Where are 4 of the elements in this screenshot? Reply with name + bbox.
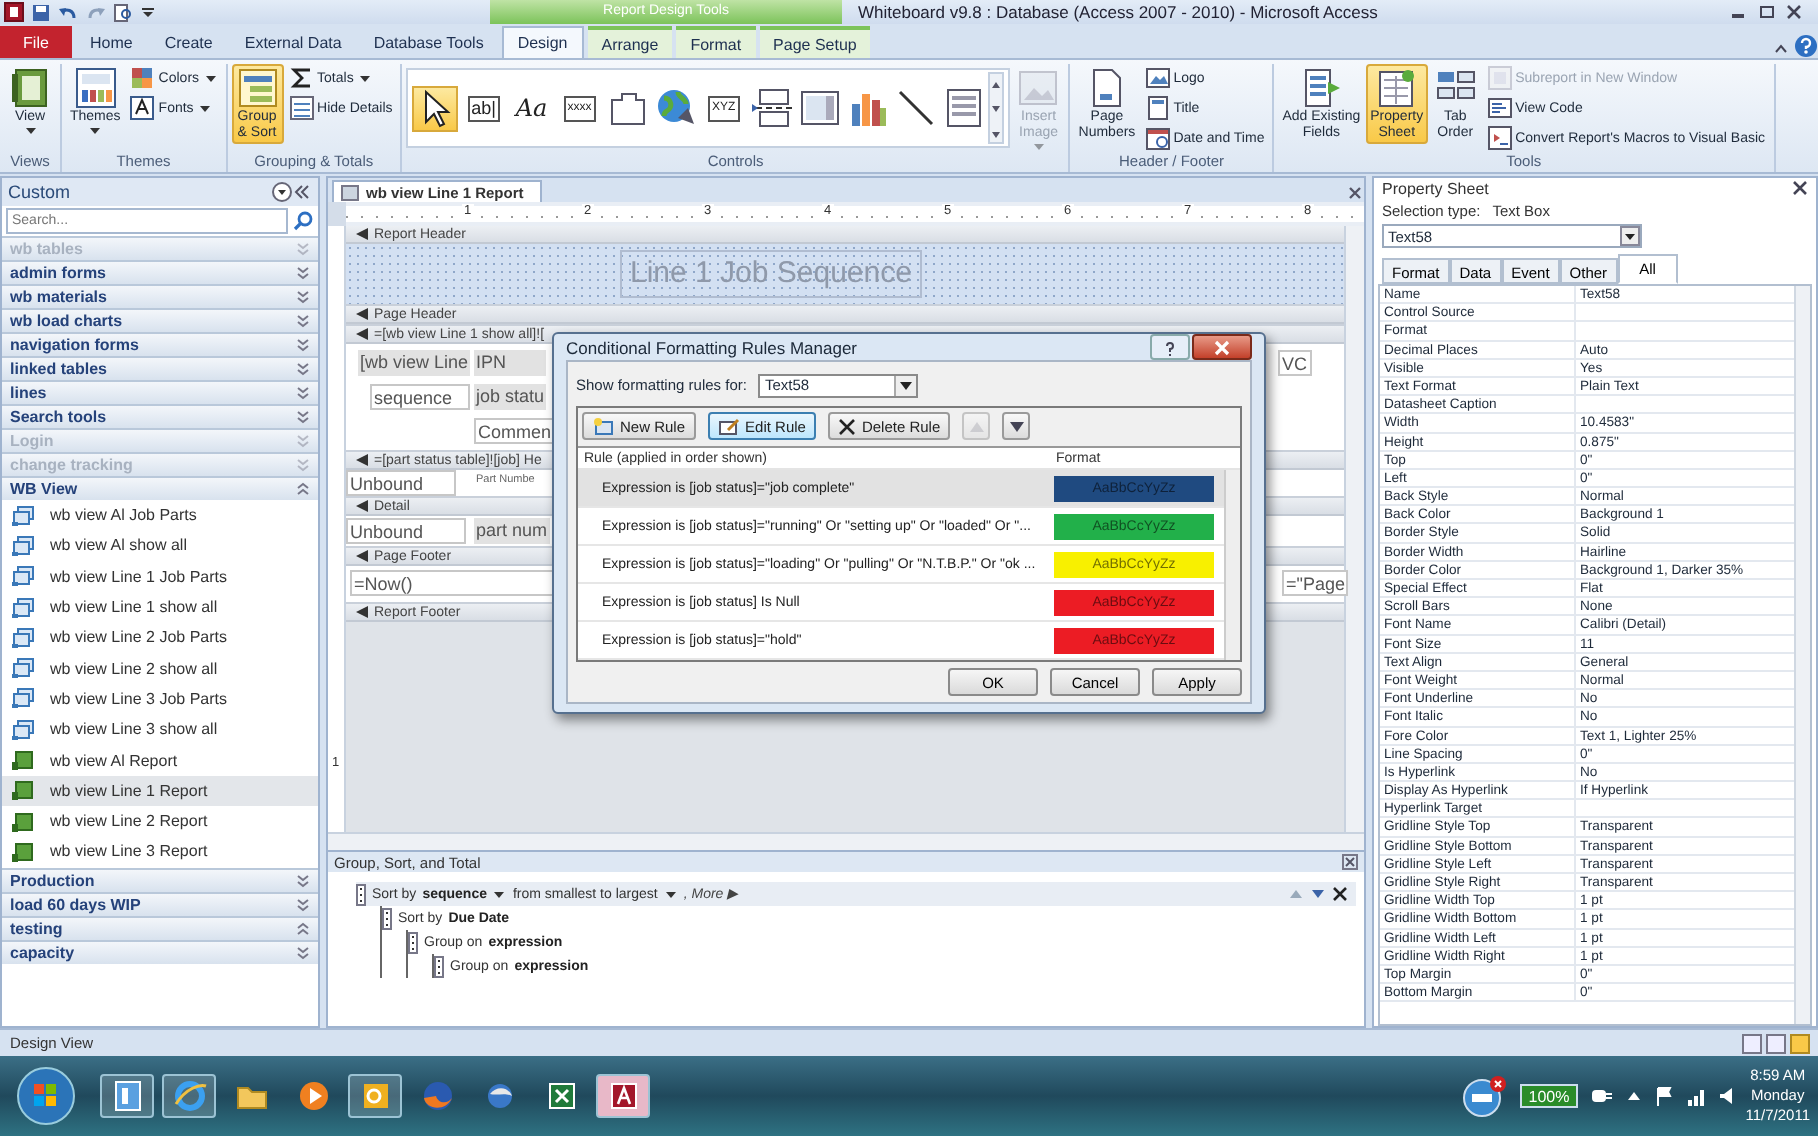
pane-title: Custom	[8, 182, 73, 202]
pane-title: Property Sheet	[1382, 179, 1489, 197]
window-title: Whiteboard v9.8 : Database (Access 2007 - 2010) - Microsoft Access	[858, 2, 1378, 22]
dialog-title: Conditional Formatting Rules Manager	[566, 337, 858, 357]
